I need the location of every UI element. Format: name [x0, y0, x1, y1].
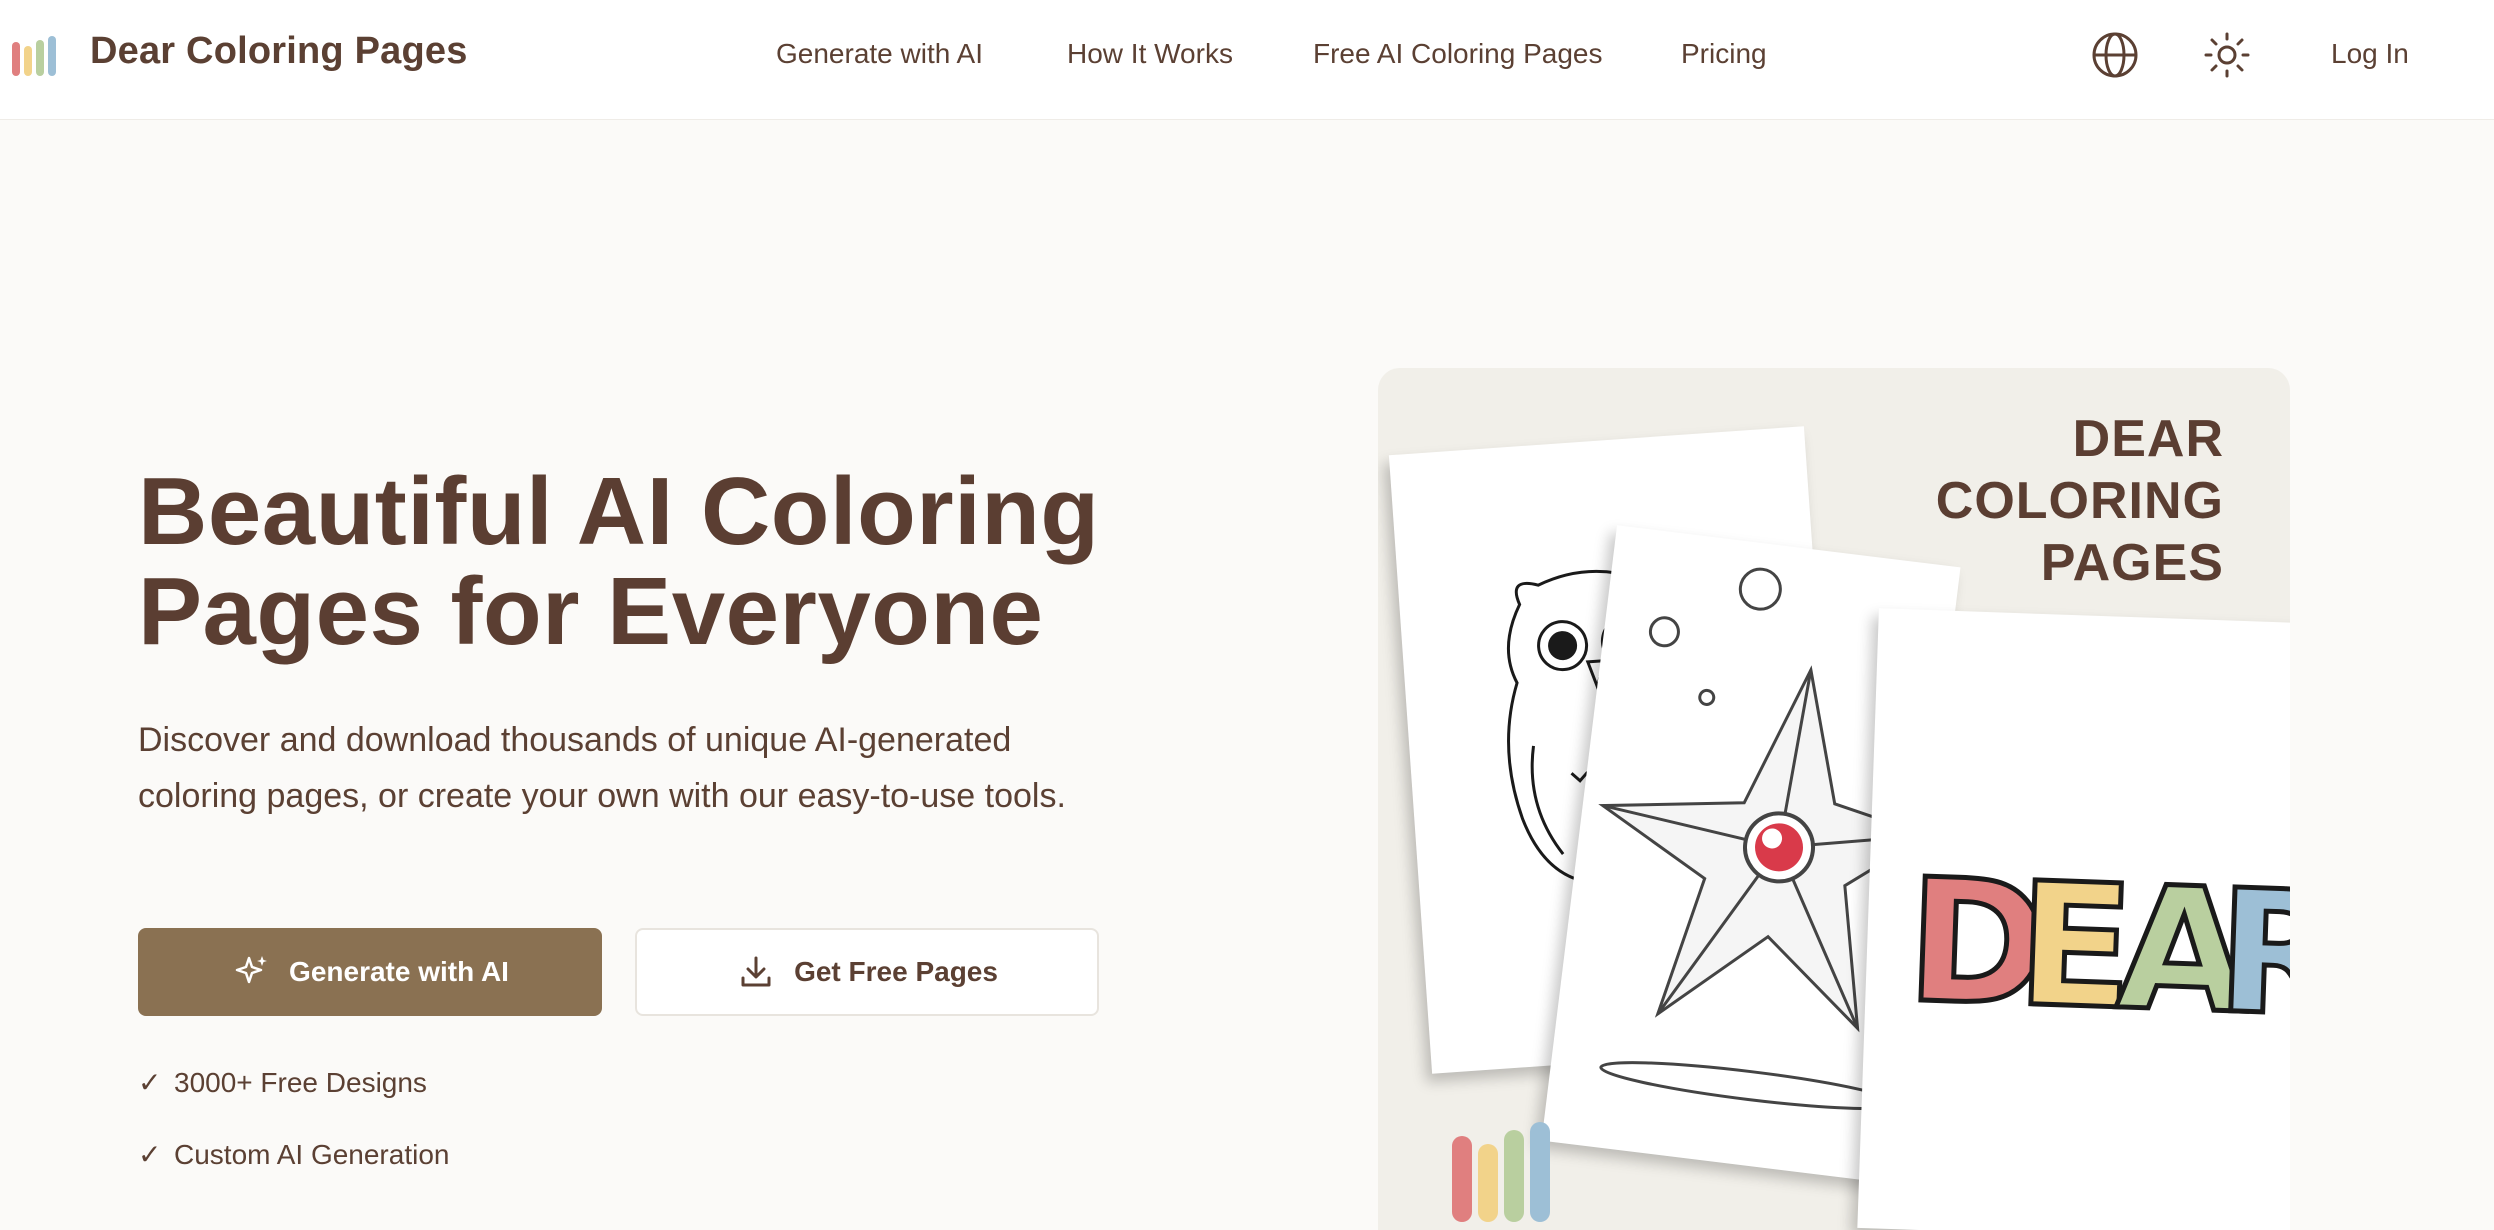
card-logo-icon [1452, 1118, 1552, 1222]
hero-title-line-2: Pages for Everyone [138, 558, 1044, 665]
hero-title: Beautiful AI Coloring Pages for Everyone [138, 462, 1238, 662]
sun-icon[interactable] [2202, 30, 2252, 80]
generate-with-ai-button[interactable]: Generate with AI [138, 928, 602, 1016]
top-navbar: Dear Coloring Pages Generate with AI How… [0, 0, 2494, 120]
card-title: DEAR COLORING PAGES [1936, 408, 2224, 594]
login-link[interactable]: Log In [2331, 38, 2409, 70]
check-icon: ✓ [138, 1067, 162, 1098]
nav-how-it-works[interactable]: How It Works [1067, 38, 1233, 70]
card-title-line: COLORING [1935, 472, 2224, 530]
feature-custom-ai: ✓ Custom AI Generation [138, 1138, 449, 1171]
svg-text:R: R [2214, 853, 2290, 1055]
hero-illustration: DEAR COLORING PAGES D E A R [1378, 368, 2290, 1230]
feature-free-designs: ✓ 3000+ Free Designs [138, 1066, 427, 1099]
card-title-line: PAGES [2040, 534, 2224, 592]
nav-free-coloring-pages[interactable]: Free AI Coloring Pages [1313, 38, 1603, 70]
download-icon [741, 956, 771, 987]
globe-icon[interactable] [2090, 30, 2140, 80]
nav-generate-with-ai[interactable]: Generate with AI [776, 38, 983, 70]
card-title-line: DEAR [2072, 410, 2224, 468]
logo-icon[interactable] [12, 36, 58, 76]
feature-label: 3000+ Free Designs [174, 1067, 427, 1098]
check-icon: ✓ [138, 1139, 162, 1170]
get-free-pages-button[interactable]: Get Free Pages [635, 928, 1099, 1016]
feature-label: Custom AI Generation [174, 1139, 450, 1170]
hero-description: Discover and download thousands of uniqu… [138, 721, 1066, 815]
generate-with-ai-label: Generate with AI [289, 956, 509, 987]
sparkle-icon [235, 956, 268, 984]
get-free-pages-label: Get Free Pages [794, 956, 998, 987]
dear-lettering: D E A R [1901, 840, 2290, 1058]
dear-coloring-page: D E A R [1857, 608, 2290, 1230]
nav-pricing[interactable]: Pricing [1681, 38, 1767, 70]
hero-title-line-1: Beautiful AI Coloring [138, 458, 1100, 565]
brand-name[interactable]: Dear Coloring Pages [90, 30, 468, 73]
